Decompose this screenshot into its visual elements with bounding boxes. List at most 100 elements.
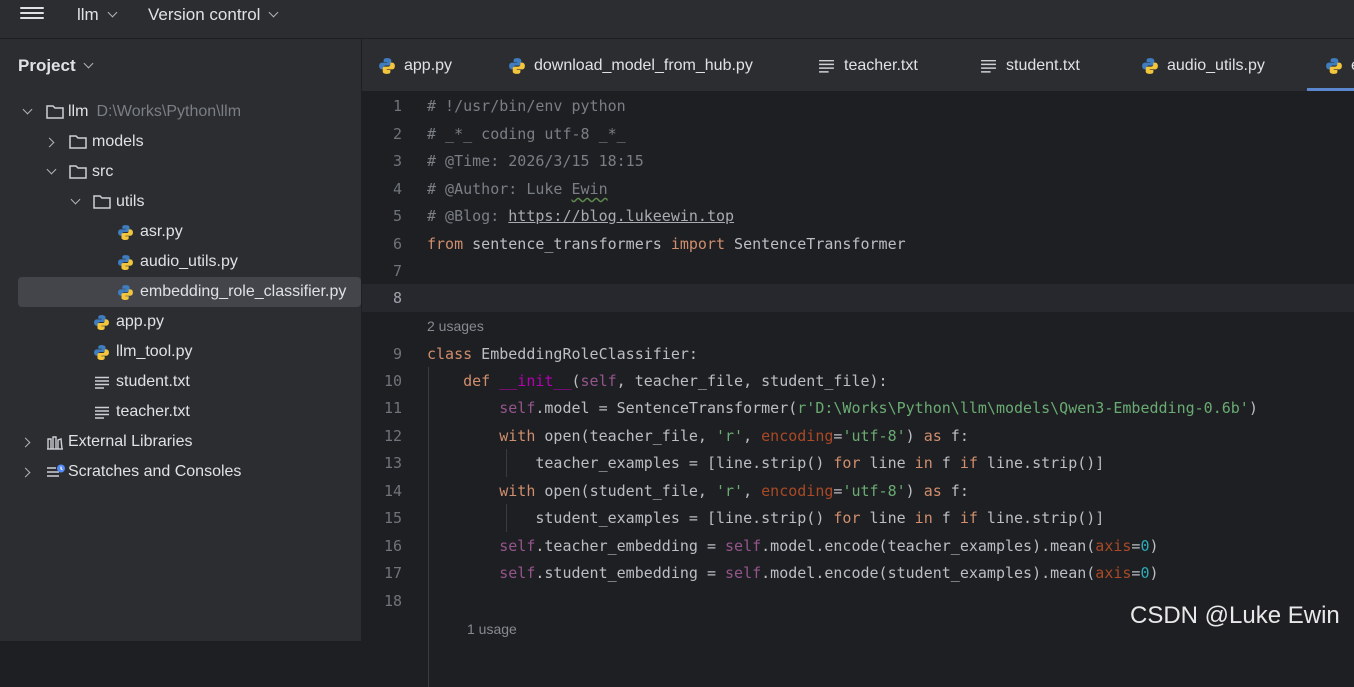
- folder-icon: [69, 135, 87, 149]
- code-line[interactable]: 6 from sentence_transformers import Sente…: [362, 230, 1354, 258]
- expand-arrow-icon[interactable]: [22, 104, 33, 115]
- tree-item-audio-utils-py[interactable]: audio_utils.py: [18, 247, 361, 277]
- tree-item-models[interactable]: models: [18, 127, 361, 157]
- expand-arrow-icon[interactable]: [20, 437, 31, 448]
- code-token: r'D:\Works\Python\llm\models\Qwen3-Embed…: [797, 399, 1249, 417]
- line-number: 5: [392, 207, 402, 225]
- tree-item-label: models: [92, 133, 144, 150]
- code-line[interactable]: 14 with open(student_file, 'r', encoding…: [362, 477, 1354, 505]
- code-token: ,: [743, 482, 762, 500]
- code-line[interactable]: 15 student_examples = [line.strip() for …: [362, 504, 1354, 532]
- text-file-icon: [95, 376, 109, 389]
- expand-arrow-icon[interactable]: [20, 467, 31, 478]
- code-token: def: [463, 372, 491, 390]
- line-number: 16: [383, 537, 402, 555]
- chevron-down-icon: [269, 7, 279, 18]
- tree-root-llm[interactable]: llm D:\Works\Python\llm: [18, 97, 361, 127]
- watermark: CSDN @Luke Ewin: [1130, 602, 1340, 629]
- code-token: import: [670, 235, 726, 253]
- blog-link[interactable]: https://blog.lukeewin.top: [508, 207, 734, 225]
- code-token: in: [905, 454, 942, 472]
- line-number: 11: [383, 399, 402, 417]
- code-token: (: [580, 482, 590, 500]
- code-token: ): [1149, 564, 1159, 582]
- expand-arrow-icon[interactable]: [46, 164, 57, 175]
- tree-item-label: audio_utils.py: [140, 253, 238, 270]
- code-token: as: [914, 427, 942, 445]
- tree-item-utils[interactable]: utils: [18, 187, 361, 217]
- code-line[interactable]: 10 def __init__(self, teacher_file, stud…: [362, 367, 1354, 395]
- code-line[interactable]: 1 # !/usr/bin/env python: [362, 92, 1354, 120]
- code-token: 'utf-8': [842, 427, 906, 445]
- code-token: student_file,: [589, 482, 716, 500]
- code-token: .teacher_embedding =: [535, 537, 726, 555]
- tree-item-src[interactable]: src: [18, 157, 361, 187]
- chevron-down-icon: [107, 7, 118, 18]
- code-token: # _*_ coding utf-8 _*_: [427, 125, 626, 143]
- code-editor[interactable]: 1 # !/usr/bin/env python 2 # _*_ coding ut…: [362, 92, 1354, 687]
- code-token: ): [905, 427, 915, 445]
- code-token: f: [941, 509, 960, 527]
- code-line[interactable]: 17 self.student_embedding = self.model.e…: [362, 559, 1354, 587]
- code-line[interactable]: 7: [362, 257, 1354, 285]
- code-line[interactable]: 13 teacher_examples = [line.strip() for …: [362, 449, 1354, 477]
- project-menu[interactable]: llm: [77, 5, 118, 25]
- scratches-icon: [47, 464, 65, 477]
- code-line[interactable]: 16 self.teacher_embedding = self.model.e…: [362, 532, 1354, 560]
- code-token: # @Author: Luke: [427, 180, 572, 198]
- tree-item-app-py[interactable]: app.py: [18, 307, 361, 337]
- tree-item-label: student.txt: [116, 373, 190, 390]
- code-token: f:: [941, 427, 969, 445]
- code-token: for: [833, 509, 861, 527]
- tab-label: student.txt: [1006, 57, 1080, 74]
- vcs-menu[interactable]: Version control: [148, 5, 279, 25]
- code-line[interactable]: 2 # _*_ coding utf-8 _*_: [362, 120, 1354, 148]
- line-number: 7: [392, 262, 402, 280]
- code-token: sentence_transformers: [463, 235, 671, 253]
- line-number: 1: [392, 97, 402, 115]
- tree-item-label: External Libraries: [68, 433, 193, 450]
- code-line[interactable]: 3 # @Time: 2026/3/15 18:15: [362, 147, 1354, 175]
- code-token: self: [499, 399, 536, 417]
- project-panel-title[interactable]: Project: [18, 56, 94, 76]
- tree-item-teacher-txt[interactable]: teacher.txt: [18, 397, 361, 427]
- tree-item-llm-tool-py[interactable]: llm_tool.py: [18, 337, 361, 367]
- tree-item-asr-py[interactable]: asr.py: [18, 217, 361, 247]
- code-token: SentenceTransformer: [725, 235, 906, 253]
- tree-root-label: llm: [68, 103, 89, 120]
- main-menu-icon[interactable]: [20, 4, 44, 24]
- code-line[interactable]: 9 class EmbeddingRoleClassifier:: [362, 340, 1354, 368]
- line-number: 8: [392, 289, 402, 307]
- usage-hint[interactable]: 1 usage: [467, 621, 517, 637]
- code-token: with: [499, 427, 536, 445]
- tree-item-student-txt[interactable]: student.txt: [18, 367, 361, 397]
- tree-item-label: utils: [116, 193, 145, 210]
- expand-arrow-icon[interactable]: [44, 137, 55, 148]
- tree-item-scratches-consoles[interactable]: Scratches and Consoles: [18, 457, 361, 487]
- python-icon: [118, 285, 133, 300]
- code-token: ): [1149, 537, 1159, 555]
- usage-hint[interactable]: 2 usages: [427, 318, 484, 334]
- chevron-down-icon: [83, 58, 94, 69]
- tree-item-external-libraries[interactable]: External Libraries: [18, 427, 361, 457]
- code-token: ,: [743, 427, 762, 445]
- code-token: line: [860, 454, 906, 472]
- code-line[interactable]: 12 with open(teacher_file, 'r', encoding…: [362, 422, 1354, 450]
- code-line-current[interactable]: 8: [362, 284, 1354, 312]
- code-token: open: [544, 427, 581, 445]
- folder-icon: [93, 195, 111, 209]
- code-line[interactable]: 11 self.model = SentenceTransformer(r'D:…: [362, 394, 1354, 422]
- code-token: Ewin: [571, 180, 608, 198]
- tree-item-embedding-role-classifier-py[interactable]: embedding_role_classifier.py: [18, 277, 361, 307]
- code-token: EmbeddingRoleClassifier:: [472, 345, 698, 363]
- code-token: line: [860, 509, 906, 527]
- expand-arrow-icon[interactable]: [70, 194, 81, 205]
- code-line[interactable]: 4 # @Author: Luke Ewin: [362, 175, 1354, 203]
- code-token: , teacher_file, student_file):: [616, 372, 888, 390]
- code-token: open: [544, 482, 581, 500]
- text-file-icon: [819, 59, 834, 73]
- code-token: .model.encode(student_examples).mean(: [761, 564, 1096, 582]
- code-line[interactable]: 5 # @Blog: https://blog.lukeewin.top: [362, 202, 1354, 230]
- folder-icon: [69, 165, 87, 179]
- line-number: 13: [383, 454, 402, 472]
